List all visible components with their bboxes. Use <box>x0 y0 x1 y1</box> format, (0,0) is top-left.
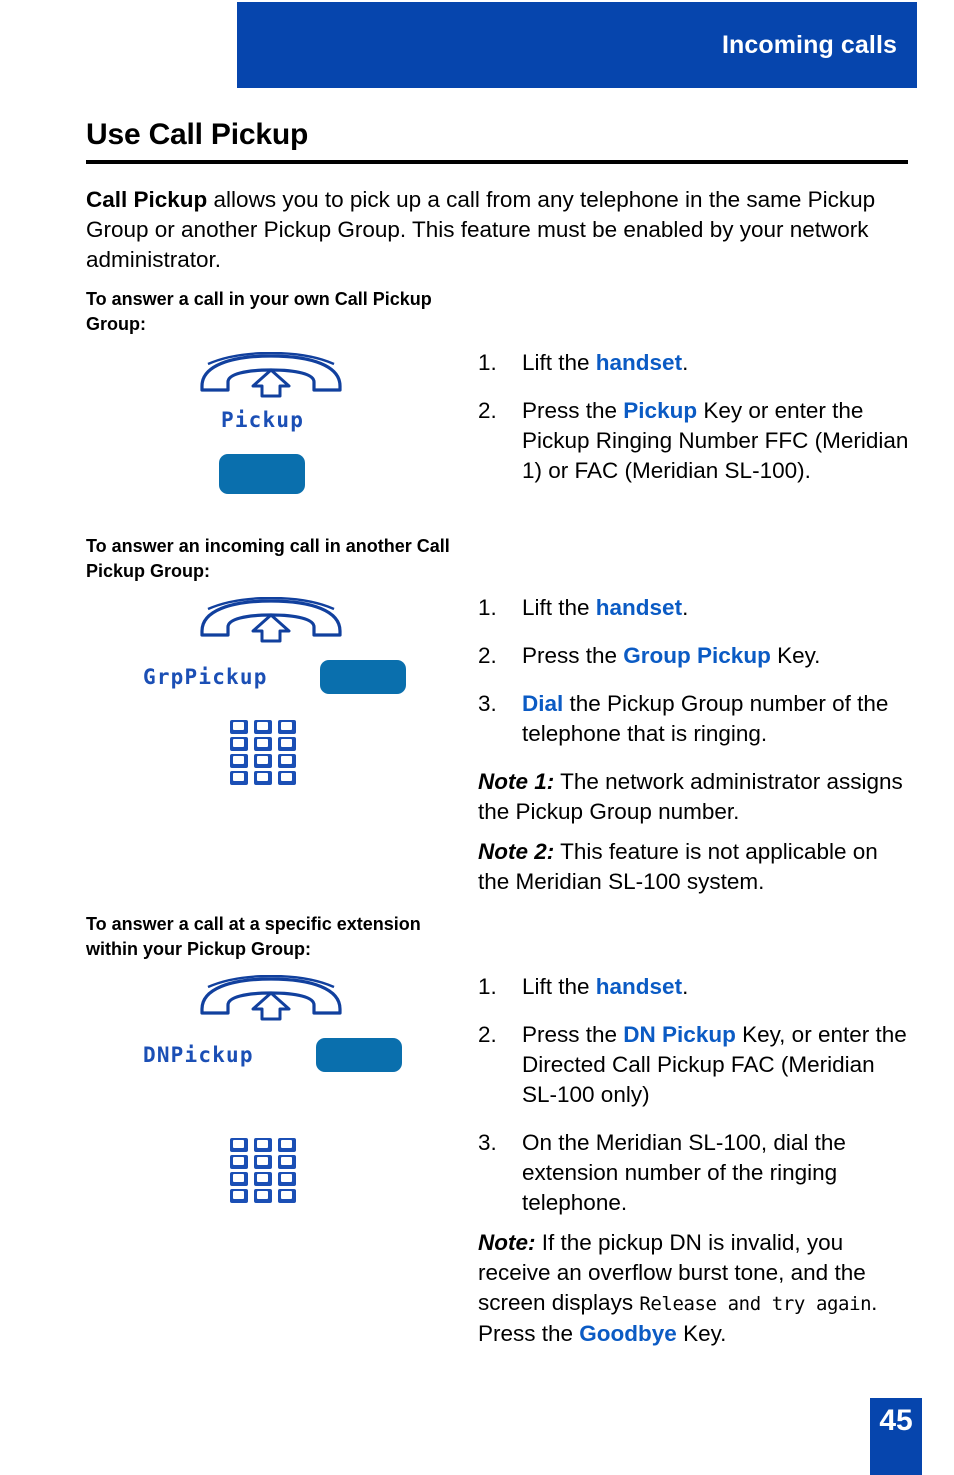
step-number: 1. <box>478 595 497 620</box>
title-underline-rule <box>86 160 908 164</box>
note-label: Note 1: <box>478 769 555 794</box>
step-text-pre: Press the <box>522 643 624 668</box>
step-number: 2. <box>478 398 497 423</box>
note-key-term: Goodbye <box>579 1321 677 1346</box>
step-number: 1. <box>478 350 497 375</box>
note-item: Note 2: This feature is not applicable o… <box>478 837 912 897</box>
step-item: 2. Press the Pickup Key or enter the Pic… <box>478 396 912 486</box>
step-text: Lift the handset. <box>522 972 912 1002</box>
step-text-post: . <box>682 350 689 375</box>
softkey-row-dn-pickup: DNPickup <box>143 1038 402 1072</box>
step-text-post: . <box>682 595 689 620</box>
section-3-steps: 1. Lift the handset. 2. Press the DN Pic… <box>478 972 912 1359</box>
step-text-pre: Lift the <box>522 974 596 999</box>
step-text-pre: Lift the <box>522 350 596 375</box>
step-key-term: handset <box>595 595 683 620</box>
step-item: 2. Press the Group Pickup Key. <box>478 641 912 671</box>
step-number: 1. <box>478 974 497 999</box>
section-3-caption: To answer a call at a specific extension… <box>86 914 421 959</box>
step-text: Press the Pickup Key or enter the Pickup… <box>522 396 912 486</box>
soft-key-button-dnpickup[interactable] <box>315 1038 402 1072</box>
step-text-post: the Pickup Group number of the telephone… <box>522 691 889 746</box>
soft-key-button-grppickup[interactable] <box>319 660 406 694</box>
step-text-pre: Lift the <box>522 595 596 620</box>
step-key-term: handset <box>595 350 683 375</box>
step-key-term: Group Pickup <box>623 643 771 668</box>
step-item: 1. Lift the handset. <box>478 593 912 623</box>
step-number: 3. <box>478 1130 497 1155</box>
dial-keypad-icon <box>228 1136 300 1211</box>
intro-paragraph: Call Pickup allows you to pick up a call… <box>86 185 906 275</box>
step-number: 2. <box>478 1022 497 1047</box>
step-item: 1. Lift the handset. <box>478 348 912 378</box>
step-item: 1. Lift the handset. <box>478 972 912 1002</box>
softkey-label-grppickup: GrpPickup <box>143 665 268 689</box>
note-label: Note: <box>478 1230 536 1255</box>
dial-keypad-icon <box>228 718 300 793</box>
step-number: 3. <box>478 691 497 716</box>
step-text-pre: Press the <box>522 398 624 423</box>
intro-lead-term: Call Pickup <box>86 187 208 212</box>
step-text: Dial the Pickup Group number of the tele… <box>522 689 912 749</box>
softkey-row-group-pickup: GrpPickup <box>143 660 406 694</box>
page-title: Use Call Pickup <box>86 118 309 151</box>
softkey-label-pickup: Pickup <box>221 408 305 432</box>
page-number-badge: 45 <box>870 1398 922 1475</box>
step-item: 2. Press the DN Pickup Key, or enter the… <box>478 1020 912 1110</box>
lift-handset-icon <box>196 351 346 405</box>
step-text-post: Key. <box>770 643 821 668</box>
screen-display-text: Release and try again <box>639 1293 872 1315</box>
note-item: Note 1: The network administrator assign… <box>478 767 912 827</box>
step-item: 3. On the Meridian SL-100, dial the exte… <box>478 1128 912 1218</box>
step-text: Press the DN Pickup Key, or enter the Di… <box>522 1020 912 1110</box>
header-title: Incoming calls <box>721 30 897 59</box>
step-key-term: handset <box>595 974 683 999</box>
note-tail-post: Key. <box>676 1321 727 1346</box>
step-text: Press the Group Pickup Key. <box>522 641 912 671</box>
step-text-pre: Press the <box>522 1022 624 1047</box>
page-header-band: Incoming calls <box>237 2 917 88</box>
note-label: Note 2: <box>478 839 555 864</box>
step-text-pre: On the Meridian SL-100, dial the extensi… <box>522 1130 846 1215</box>
step-text: Lift the handset. <box>522 348 912 378</box>
lift-handset-icon <box>196 596 346 650</box>
section-1-caption: To answer a call in your own Call Pickup… <box>86 289 432 334</box>
step-text: Lift the handset. <box>522 593 912 623</box>
section-2-caption: To answer an incoming call in another Ca… <box>86 536 450 581</box>
soft-key-button-pickup[interactable] <box>219 454 305 494</box>
step-key-term: DN Pickup <box>623 1022 736 1047</box>
step-text: On the Meridian SL-100, dial the extensi… <box>522 1128 912 1218</box>
lift-handset-icon <box>196 974 346 1028</box>
step-key-term: Pickup <box>623 398 698 423</box>
note-item: Note: If the pickup DN is invalid, you r… <box>478 1228 912 1349</box>
section-2-steps: 1. Lift the handset. 2. Press the Group … <box>478 593 912 907</box>
step-key-term: Dial <box>522 691 564 716</box>
step-number: 2. <box>478 643 497 668</box>
step-text-post: . <box>682 974 689 999</box>
step-item: 3. Dial the Pickup Group number of the t… <box>478 689 912 749</box>
section-1-steps: 1. Lift the handset. 2. Press the Pickup… <box>478 348 912 504</box>
softkey-label-dnpickup: DNPickup <box>143 1043 254 1067</box>
